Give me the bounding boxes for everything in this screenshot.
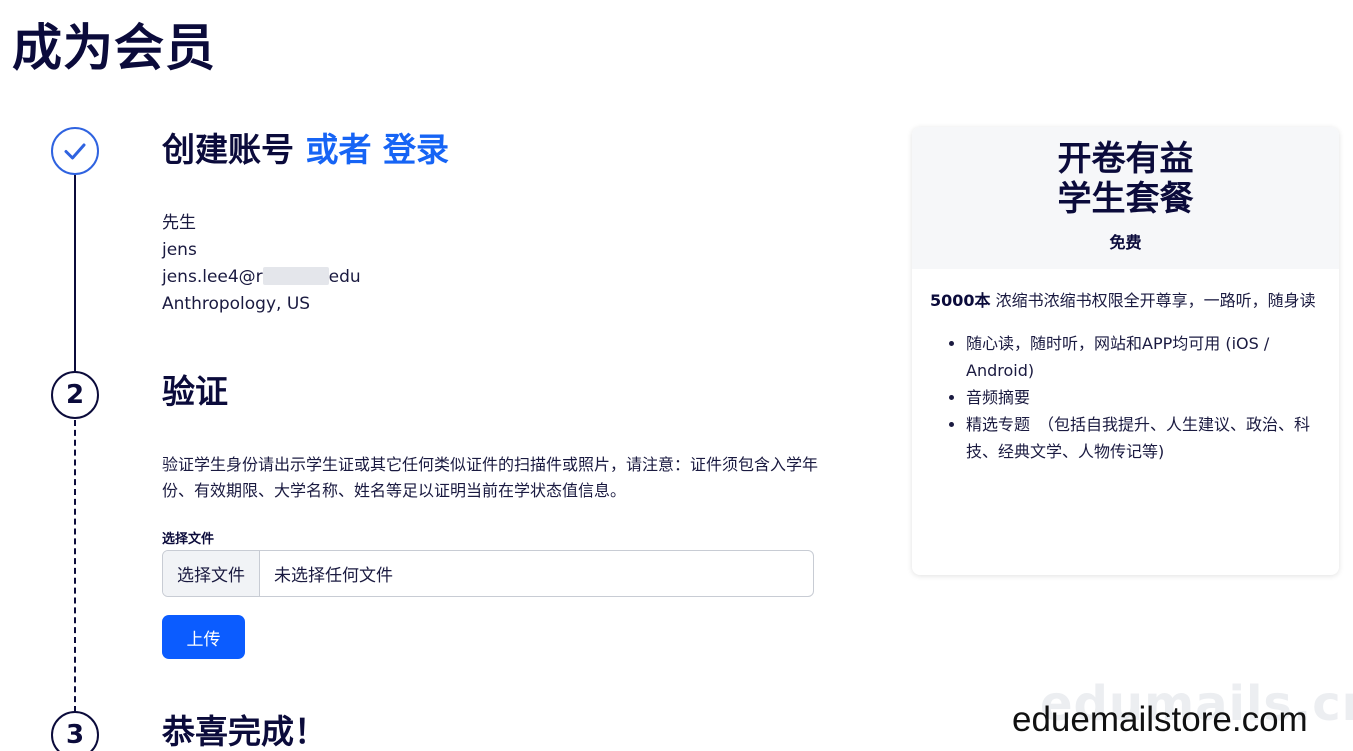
step-2-indicator: 2 [51,371,99,419]
site-watermark: eduemailstore.com [1012,700,1308,739]
account-field-location: Anthropology, US [162,294,311,314]
plan-title-line1: 开卷有益 [1057,139,1194,179]
plan-features: 随心读，随时听，网站和APP均可用 (iOS / Android) 音频摘要 精… [930,330,1321,465]
email-suffix: edu [328,267,361,287]
verify-heading: 验证 [162,372,228,411]
plan-header: 开卷有益 学生套餐 免费 [912,127,1339,269]
plan-feature-item: 随心读，随时听，网站和APP均可用 (iOS / Android) [966,330,1321,384]
file-input[interactable]: 选择文件 未选择任何文件 [162,550,814,597]
plan-title-line2: 学生套餐 [1057,179,1194,219]
create-account-heading: 创建账号 或者 登录 [162,130,449,170]
email-redaction [262,267,329,285]
plan-body: 5000本 浓缩书浓缩书权限全开尊享，一路听，随身读 随心读，随时听，网站和AP… [912,269,1339,465]
choose-file-button[interactable]: 选择文件 [163,551,260,596]
plan-price: 免费 [1109,233,1142,252]
upload-button[interactable]: 上传 [162,615,245,659]
email-prefix: jens.lee4@r [162,267,263,287]
step-rail-pending [74,420,76,712]
step-rail-completed [74,174,76,372]
or-link-text: 或者 [305,130,372,169]
plan-intro-count: 5000本 [930,291,991,310]
plan-card: 开卷有益 学生套餐 免费 5000本 浓缩书浓缩书权限全开尊享，一路听，随身读 … [912,127,1339,575]
file-label: 选择文件 [162,532,215,547]
account-email: jens.lee4@r edu [162,264,361,291]
verify-description: 验证学生身份请出示学生证或其它任何类似证件的扫描件或照片，请注意：证件须包含入学… [162,455,819,500]
plan-feature-item: 音频摘要 [966,384,1321,411]
plan-feature-item: 精选专题 （包括自我提升、人生建议、政治、科技、经典文学、人物传记等) [966,411,1321,465]
page-title: 成为会员 [12,19,216,77]
plan-intro-text: 浓缩书浓缩书权限全开尊享，一路听，随身读 [990,291,1316,310]
plan-intro: 5000本 浓缩书浓缩书权限全开尊享，一路听，随身读 [930,287,1321,314]
step-1-indicator [51,127,99,175]
account-name: jens [162,240,197,260]
step-3-indicator: 3 [51,711,99,751]
complete-heading: 恭喜完成！ [162,712,327,751]
account-salutation: 先生 [162,213,196,233]
account-summary: 先生 jens jens.lee4@r edu Anthropology, US [162,210,361,318]
create-account-title: 创建账号 [162,130,294,169]
check-icon [64,143,86,160]
login-link[interactable]: 登录 [383,130,449,169]
file-status-text: 未选择任何文件 [274,566,393,586]
